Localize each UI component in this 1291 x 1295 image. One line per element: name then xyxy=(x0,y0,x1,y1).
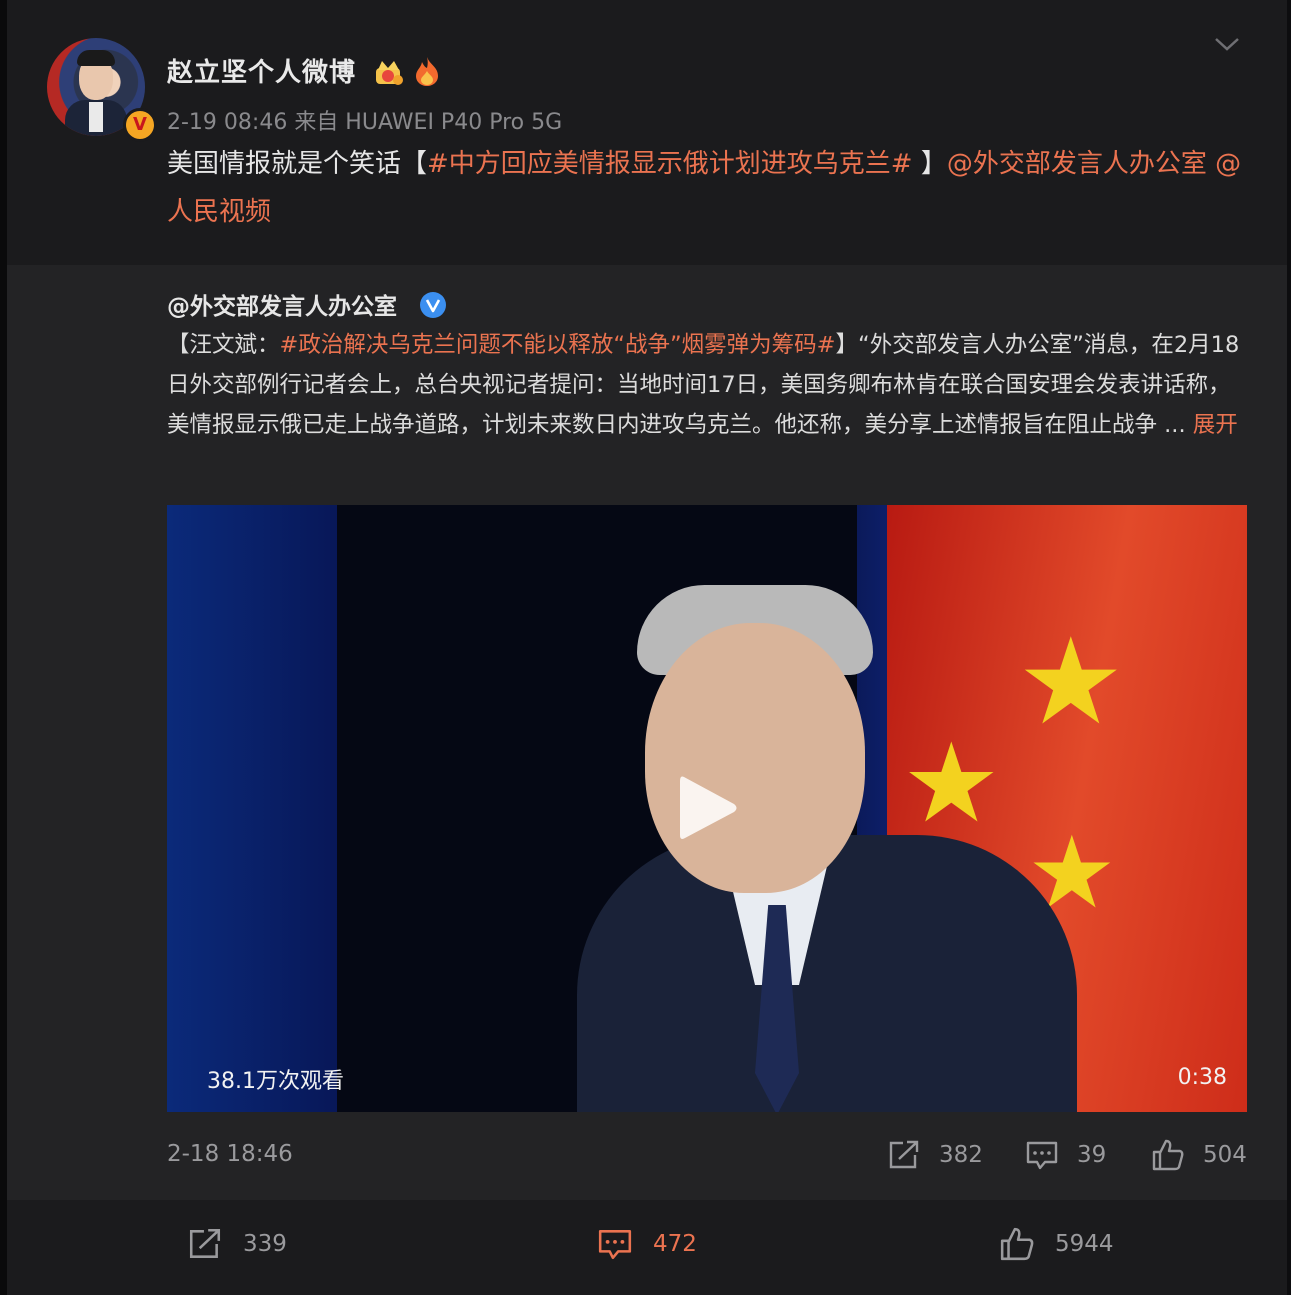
repost-like-button[interactable]: 504 xyxy=(1151,1137,1247,1173)
like-button[interactable]: 5944 xyxy=(999,1224,1114,1264)
left-gutter xyxy=(0,0,7,1295)
repost-hashtag-link[interactable]: #政治解决乌克兰问题不能以释放“战争”烟雾弹为筹码# xyxy=(280,332,836,358)
repost-share-count: 382 xyxy=(939,1142,983,1168)
post-meta: 2-19 08:46 来自 HUAWEI P40 Pro 5G xyxy=(167,110,563,135)
repost-like-count: 504 xyxy=(1203,1142,1247,1168)
repost-comment-count: 39 xyxy=(1077,1142,1107,1168)
star-icon: ★ xyxy=(902,719,1001,847)
chevron-down-icon[interactable] xyxy=(1213,34,1241,54)
weibo-post-card: V 赵立坚个人微博 2-19 08:46 来自 HUAWEI P40 Pro 5… xyxy=(7,0,1287,1295)
verified-badge: V xyxy=(123,108,157,142)
repost-block[interactable]: @外交部发言人办公室 【汪文斌：#政治解决乌克兰问题不能以释放“战争”烟雾弹为筹… xyxy=(7,265,1287,1200)
username[interactable]: 赵立坚个人微博 xyxy=(167,52,356,89)
repost-comment-button[interactable]: 39 xyxy=(1025,1137,1106,1173)
repost-text: 【汪文斌：#政治解决乌克兰问题不能以释放“战争”烟雾弹为筹码#】“外交部发言人办… xyxy=(167,325,1252,445)
post-action-bar: 339 472 5944 xyxy=(7,1200,1287,1295)
share-button[interactable]: 339 xyxy=(187,1224,287,1264)
post-text-plain: 美国情报就是个笑话【 xyxy=(167,149,428,179)
video-player[interactable]: ★ ★ ★ 38.1万次观看 0:38 xyxy=(167,505,1247,1112)
comment-icon xyxy=(598,1230,632,1260)
thumbs-up-icon xyxy=(1152,1139,1184,1171)
repost-author[interactable]: @外交部发言人办公室 xyxy=(167,287,397,321)
video-duration: 0:38 xyxy=(1177,1065,1227,1090)
post-text-bracket: 】 xyxy=(912,149,947,179)
repost-timestamp: 2-18 18:46 xyxy=(167,1141,293,1167)
comment-icon xyxy=(1026,1141,1058,1170)
mention-link[interactable]: @外交部发言人办公室 xyxy=(947,149,1207,179)
post-hashtag-link[interactable]: #中方回应美情报显示俄计划进攻乌克兰# xyxy=(427,149,913,179)
like-count: 5944 xyxy=(1055,1231,1114,1257)
repost-share-button[interactable]: 382 xyxy=(887,1137,983,1173)
share-icon xyxy=(889,1140,919,1169)
thumbs-up-icon xyxy=(1000,1227,1034,1261)
share-icon xyxy=(189,1228,221,1258)
verified-blue-icon xyxy=(420,292,446,318)
comment-count: 472 xyxy=(653,1231,697,1257)
comment-button[interactable]: 472 xyxy=(597,1224,697,1264)
share-count: 339 xyxy=(243,1231,287,1257)
expand-link[interactable]: 展开 xyxy=(1193,412,1238,438)
video-view-count: 38.1万次观看 xyxy=(207,1069,344,1094)
crown-icon xyxy=(376,61,403,85)
star-icon: ★ xyxy=(1017,613,1125,752)
speaker-figure xyxy=(577,835,1077,1112)
play-icon[interactable] xyxy=(672,771,742,845)
fire-icon xyxy=(416,57,438,86)
repost-text-prefix: 【汪文斌： xyxy=(167,332,280,358)
post-text: 美国情报就是个笑话【#中方回应美情报显示俄计划进攻乌克兰# 】@外交部发言人办公… xyxy=(167,140,1247,236)
